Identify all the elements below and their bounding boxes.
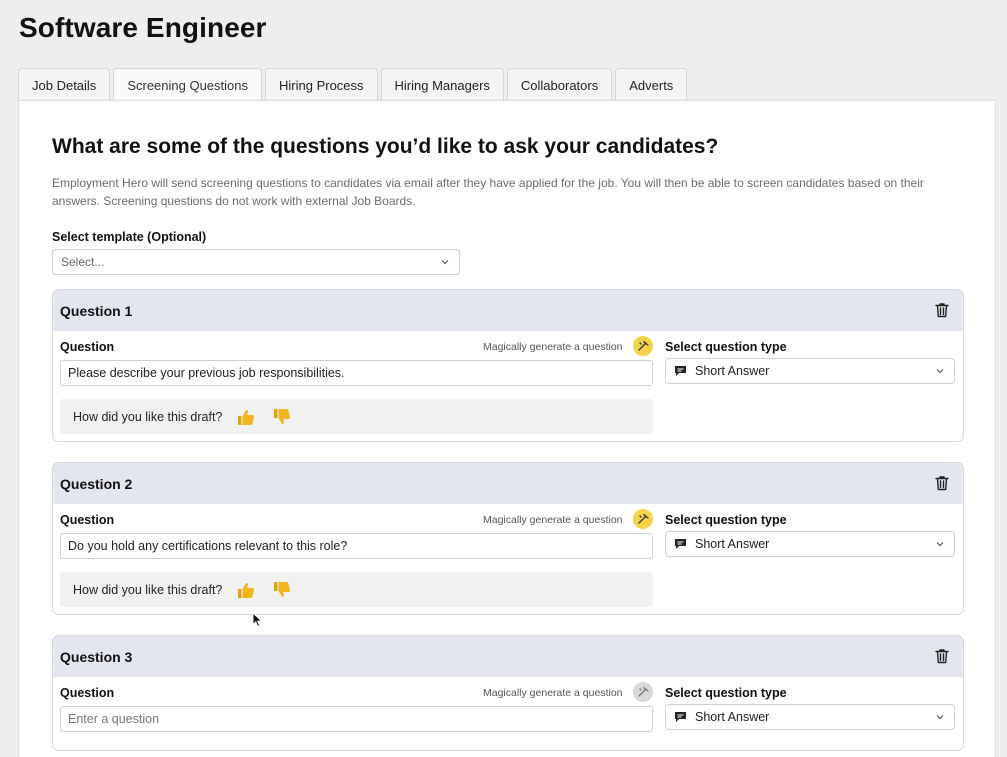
- question-type-label: Select question type: [665, 513, 787, 527]
- thumbs-down-icon[interactable]: [272, 408, 292, 426]
- chevron-down-icon: [441, 260, 449, 265]
- question-type-label: Select question type: [665, 686, 787, 700]
- question-type-label: Select question type: [665, 340, 787, 354]
- thumbs-up-icon[interactable]: [236, 581, 256, 599]
- question-header: Question 2: [53, 463, 963, 504]
- trash-icon[interactable]: [933, 474, 951, 492]
- page-title: Software Engineer: [19, 12, 267, 43]
- question-card: Question 1 Question Magically generate a…: [52, 289, 964, 442]
- question-input[interactable]: Please describe your previous job respon…: [60, 360, 653, 386]
- tab-hiring-managers[interactable]: Hiring Managers: [380, 68, 504, 101]
- tab-adverts[interactable]: Adverts: [615, 68, 688, 101]
- section-description: Employment Hero will send screening ques…: [52, 176, 924, 208]
- template-label: Select template (Optional): [52, 230, 207, 244]
- question-title: Question 1: [60, 302, 133, 319]
- question-label: Question: [60, 340, 115, 354]
- tab-bar: Job Details Screening Questions Hiring P…: [18, 68, 688, 101]
- question-title: Question 3: [60, 648, 133, 665]
- feedback-prompt: How did you like this draft?: [73, 409, 223, 424]
- thumbs-down-icon[interactable]: [272, 581, 292, 599]
- tab-screening-questions[interactable]: Screening Questions: [113, 68, 262, 101]
- tab-job-details[interactable]: Job Details: [18, 68, 111, 101]
- question-type-select[interactable]: Short Answer: [665, 358, 955, 384]
- chevron-down-icon: [936, 369, 944, 374]
- mouse-cursor-icon: [252, 612, 263, 628]
- chevron-down-icon: [936, 715, 944, 720]
- template-select[interactable]: Select...: [52, 249, 460, 275]
- message-icon: [675, 366, 686, 376]
- question-type-value: Short Answer: [695, 364, 770, 378]
- tab-collaborators[interactable]: Collaborators: [506, 68, 613, 101]
- section-heading: What are some of the questions you’d lik…: [52, 135, 719, 158]
- question-label: Question: [60, 513, 115, 527]
- magic-generate-label: Magically generate a question: [483, 514, 623, 526]
- magic-generate-label: Magically generate a question: [483, 687, 623, 699]
- question-card: Question 3 Question Magically generate a…: [52, 635, 964, 751]
- magic-wand-icon[interactable]: [633, 336, 653, 356]
- question-label: Question: [60, 686, 115, 700]
- question-card: Question 2 Question Magically generate a…: [52, 462, 964, 615]
- question-input[interactable]: Do you hold any certifications relevant …: [60, 533, 653, 559]
- thumbs-up-icon[interactable]: [236, 408, 256, 426]
- feedback-prompt: How did you like this draft?: [73, 582, 223, 597]
- question-header: Question 3: [53, 636, 963, 677]
- question-type-select[interactable]: Short Answer: [665, 704, 955, 730]
- draft-feedback-bar: How did you like this draft?: [60, 572, 653, 607]
- question-title: Question 2: [60, 475, 133, 492]
- tab-hiring-process[interactable]: Hiring Process: [265, 68, 378, 101]
- magic-generate-label: Magically generate a question: [483, 341, 623, 353]
- screening-questions-panel: What are some of the questions you’d lik…: [18, 100, 996, 757]
- question-type-value: Short Answer: [695, 537, 770, 551]
- chevron-down-icon: [936, 542, 944, 547]
- draft-feedback-bar: How did you like this draft?: [60, 399, 653, 434]
- magic-wand-icon[interactable]: [633, 682, 653, 702]
- magic-wand-icon[interactable]: [633, 509, 653, 529]
- trash-icon[interactable]: [933, 301, 951, 319]
- message-icon: [675, 539, 686, 549]
- trash-icon[interactable]: [933, 647, 951, 665]
- template-select-value: Select...: [61, 255, 105, 269]
- question-type-value: Short Answer: [695, 710, 770, 724]
- question-input[interactable]: Enter a question: [60, 706, 653, 732]
- question-header: Question 1: [53, 290, 963, 331]
- question-type-select[interactable]: Short Answer: [665, 531, 955, 557]
- message-icon: [675, 712, 686, 722]
